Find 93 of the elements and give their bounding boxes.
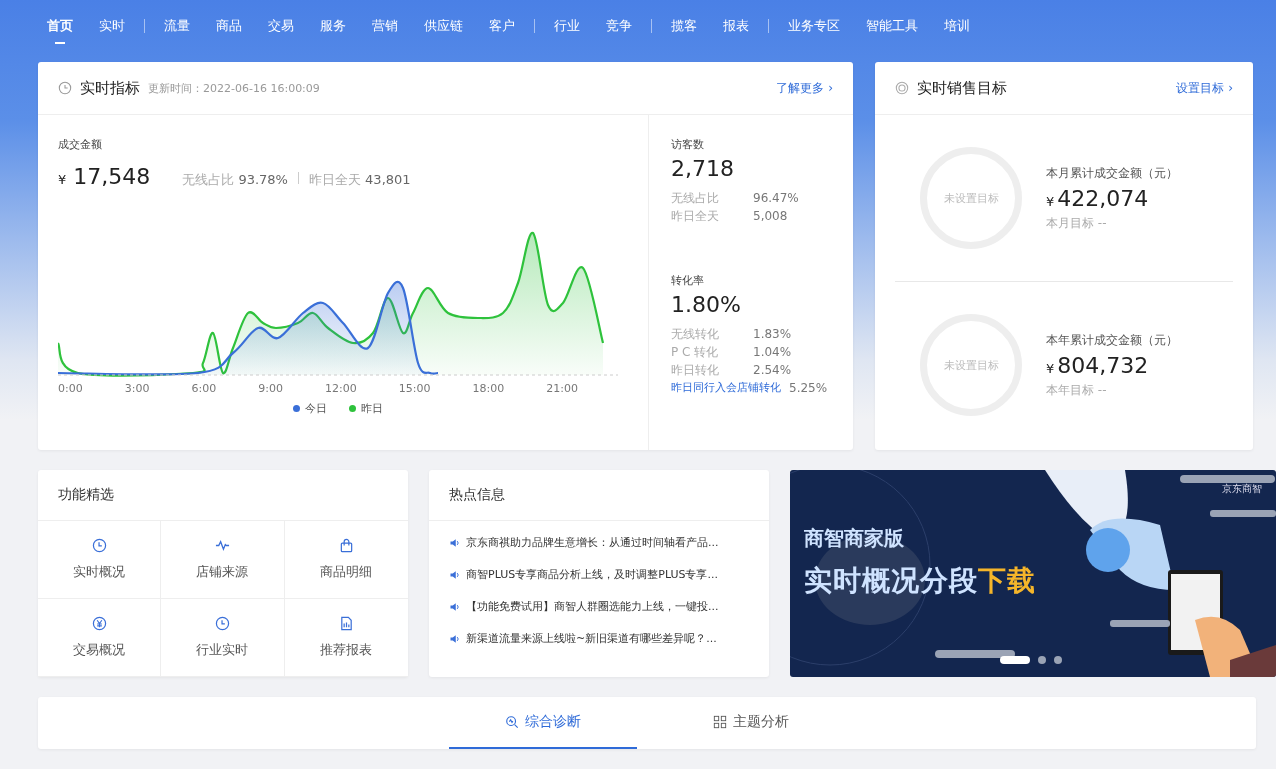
- stat-label: 昨日全天: [671, 208, 720, 225]
- bag-icon: [338, 538, 354, 553]
- axis-label: 3:00: [124, 382, 150, 395]
- speaker-icon: [449, 632, 461, 645]
- target-goal: 本年目标 --: [1046, 381, 1108, 399]
- nav-tab[interactable]: 首页: [34, 0, 86, 52]
- card-title: 热点信息: [449, 486, 505, 504]
- nav-tab[interactable]: 营销: [359, 0, 411, 52]
- target-icon: [895, 81, 909, 95]
- yesterday-total: 昨日全天 43,801: [308, 171, 411, 189]
- stat-value: 1.83%: [753, 326, 792, 343]
- stat-value: 5.25%: [789, 380, 828, 397]
- nav-tab[interactable]: 报表: [710, 0, 762, 52]
- learn-more-link[interactable]: 了解更多 ›: [776, 79, 833, 97]
- target-goal: 本月目标 --: [1046, 214, 1108, 232]
- promo-banner[interactable]: 京东商智 商智商家版 实时概况分段下载: [790, 470, 1276, 677]
- legend-label: 昨日: [361, 401, 383, 416]
- news-link[interactable]: 新渠道流量来源上线啦~新旧渠道有哪些差异呢？...: [466, 631, 717, 646]
- search-chart-icon: [505, 715, 519, 729]
- axis-label: 0:00: [58, 382, 83, 395]
- axis-label: 6:00: [191, 382, 217, 395]
- nav-tab[interactable]: 培训: [931, 0, 983, 52]
- nav-tab[interactable]: 揽客: [658, 0, 710, 52]
- target-label: 本年累计成交金额（元）: [1046, 331, 1178, 349]
- stat-value: 2.54%: [753, 362, 792, 379]
- speaker-icon: [449, 600, 461, 613]
- nav-tab[interactable]: 竞争: [593, 0, 645, 52]
- news-link[interactable]: 商智PLUS专享商品分析上线，及时调整PLUS专享...: [466, 567, 718, 582]
- axis-label: 18:00: [472, 382, 505, 395]
- nav-tab[interactable]: 交易: [255, 0, 307, 52]
- nav-tab[interactable]: 业务专区: [775, 0, 853, 52]
- wireless-share: 无线占比 93.78%: [182, 171, 288, 189]
- ring-label: 未设置目标: [943, 357, 999, 373]
- feature-tile[interactable]: 店铺来源: [161, 521, 285, 599]
- sales-amount: ¥ 17,548: [58, 164, 151, 189]
- stat-label: 昨日转化: [671, 362, 720, 379]
- news-link[interactable]: 京东商祺助力品牌生意增长：从通过时间轴看产品...: [466, 535, 719, 550]
- pulse-icon: [215, 538, 230, 553]
- banner-subtitle: 商智商家版: [804, 525, 905, 552]
- clock-icon: [58, 81, 72, 95]
- speaker-icon: [449, 568, 461, 581]
- carousel-dot[interactable]: [1038, 656, 1046, 664]
- axis-label: 15:00: [398, 382, 431, 395]
- brand-logo: 京东商智: [1222, 482, 1262, 496]
- metric-label: 转化率: [671, 273, 705, 288]
- update-time: 更新时间：2022-06-16 16:00:09: [148, 80, 320, 96]
- nav-tab[interactable]: 客户: [476, 0, 528, 52]
- conversion-rate: 1.80%: [671, 292, 742, 317]
- clock-icon: [91, 538, 107, 553]
- metric-label: 访客数: [671, 137, 705, 152]
- card-title: 功能精选: [58, 486, 114, 504]
- axis-label: 9:00: [258, 382, 283, 395]
- stat-value: 96.47%: [753, 190, 799, 207]
- peer-conversion-link[interactable]: 昨日同行入会店铺转化: [671, 379, 781, 397]
- metric-label: 成交金额: [58, 137, 103, 152]
- carousel-dot[interactable]: [1054, 656, 1062, 664]
- nav-tab[interactable]: 实时: [86, 0, 138, 52]
- banner-headline: 实时概况分段下载: [804, 563, 1036, 599]
- legend-label: 今日: [305, 401, 327, 416]
- clock-icon: [215, 616, 230, 631]
- set-target-link[interactable]: 设置目标 ›: [1176, 79, 1233, 97]
- feature-tile[interactable]: 商品明细: [284, 521, 408, 599]
- stat-label: P C 转化: [671, 344, 720, 361]
- feature-tile[interactable]: 实时概况: [38, 521, 162, 599]
- stat-value: 5,008: [753, 208, 788, 225]
- card-title: 实时指标: [80, 78, 140, 98]
- target-amount: ¥422,074: [1046, 185, 1150, 211]
- news-link[interactable]: 【功能免费试用】商智人群圈选能力上线，一键投...: [466, 599, 719, 614]
- yen-icon: [91, 616, 107, 631]
- stat-label: 无线占比: [671, 190, 720, 207]
- feature-tile[interactable]: 推荐报表: [284, 599, 408, 677]
- ring-label: 未设置目标: [943, 190, 999, 206]
- visitor-count: 2,718: [671, 156, 735, 181]
- target-label: 本月累计成交金额（元）: [1046, 164, 1178, 182]
- feature-tile[interactable]: 行业实时: [161, 599, 285, 677]
- nav-tab[interactable]: 商品: [203, 0, 255, 52]
- grid-icon: [713, 715, 727, 729]
- axis-label: 12:00: [325, 382, 357, 395]
- axis-label: 21:00: [546, 382, 578, 395]
- feature-tile[interactable]: 交易概况: [38, 599, 162, 677]
- section-tab[interactable]: 主题分析: [657, 697, 845, 749]
- stat-label: 无线转化: [671, 326, 720, 343]
- nav-tab[interactable]: 供应链: [411, 0, 476, 52]
- nav-tab[interactable]: 智能工具: [853, 0, 931, 52]
- nav-tab[interactable]: 行业: [541, 0, 593, 52]
- stat-value: 1.04%: [753, 344, 792, 361]
- nav-tab[interactable]: 服务: [307, 0, 359, 52]
- speaker-icon: [449, 536, 461, 549]
- section-tab[interactable]: 综合诊断: [449, 697, 637, 749]
- nav-tab[interactable]: 流量: [151, 0, 203, 52]
- report-icon: [338, 616, 354, 631]
- target-amount: ¥804,732: [1046, 352, 1150, 378]
- card-title: 实时销售目标: [917, 78, 1007, 98]
